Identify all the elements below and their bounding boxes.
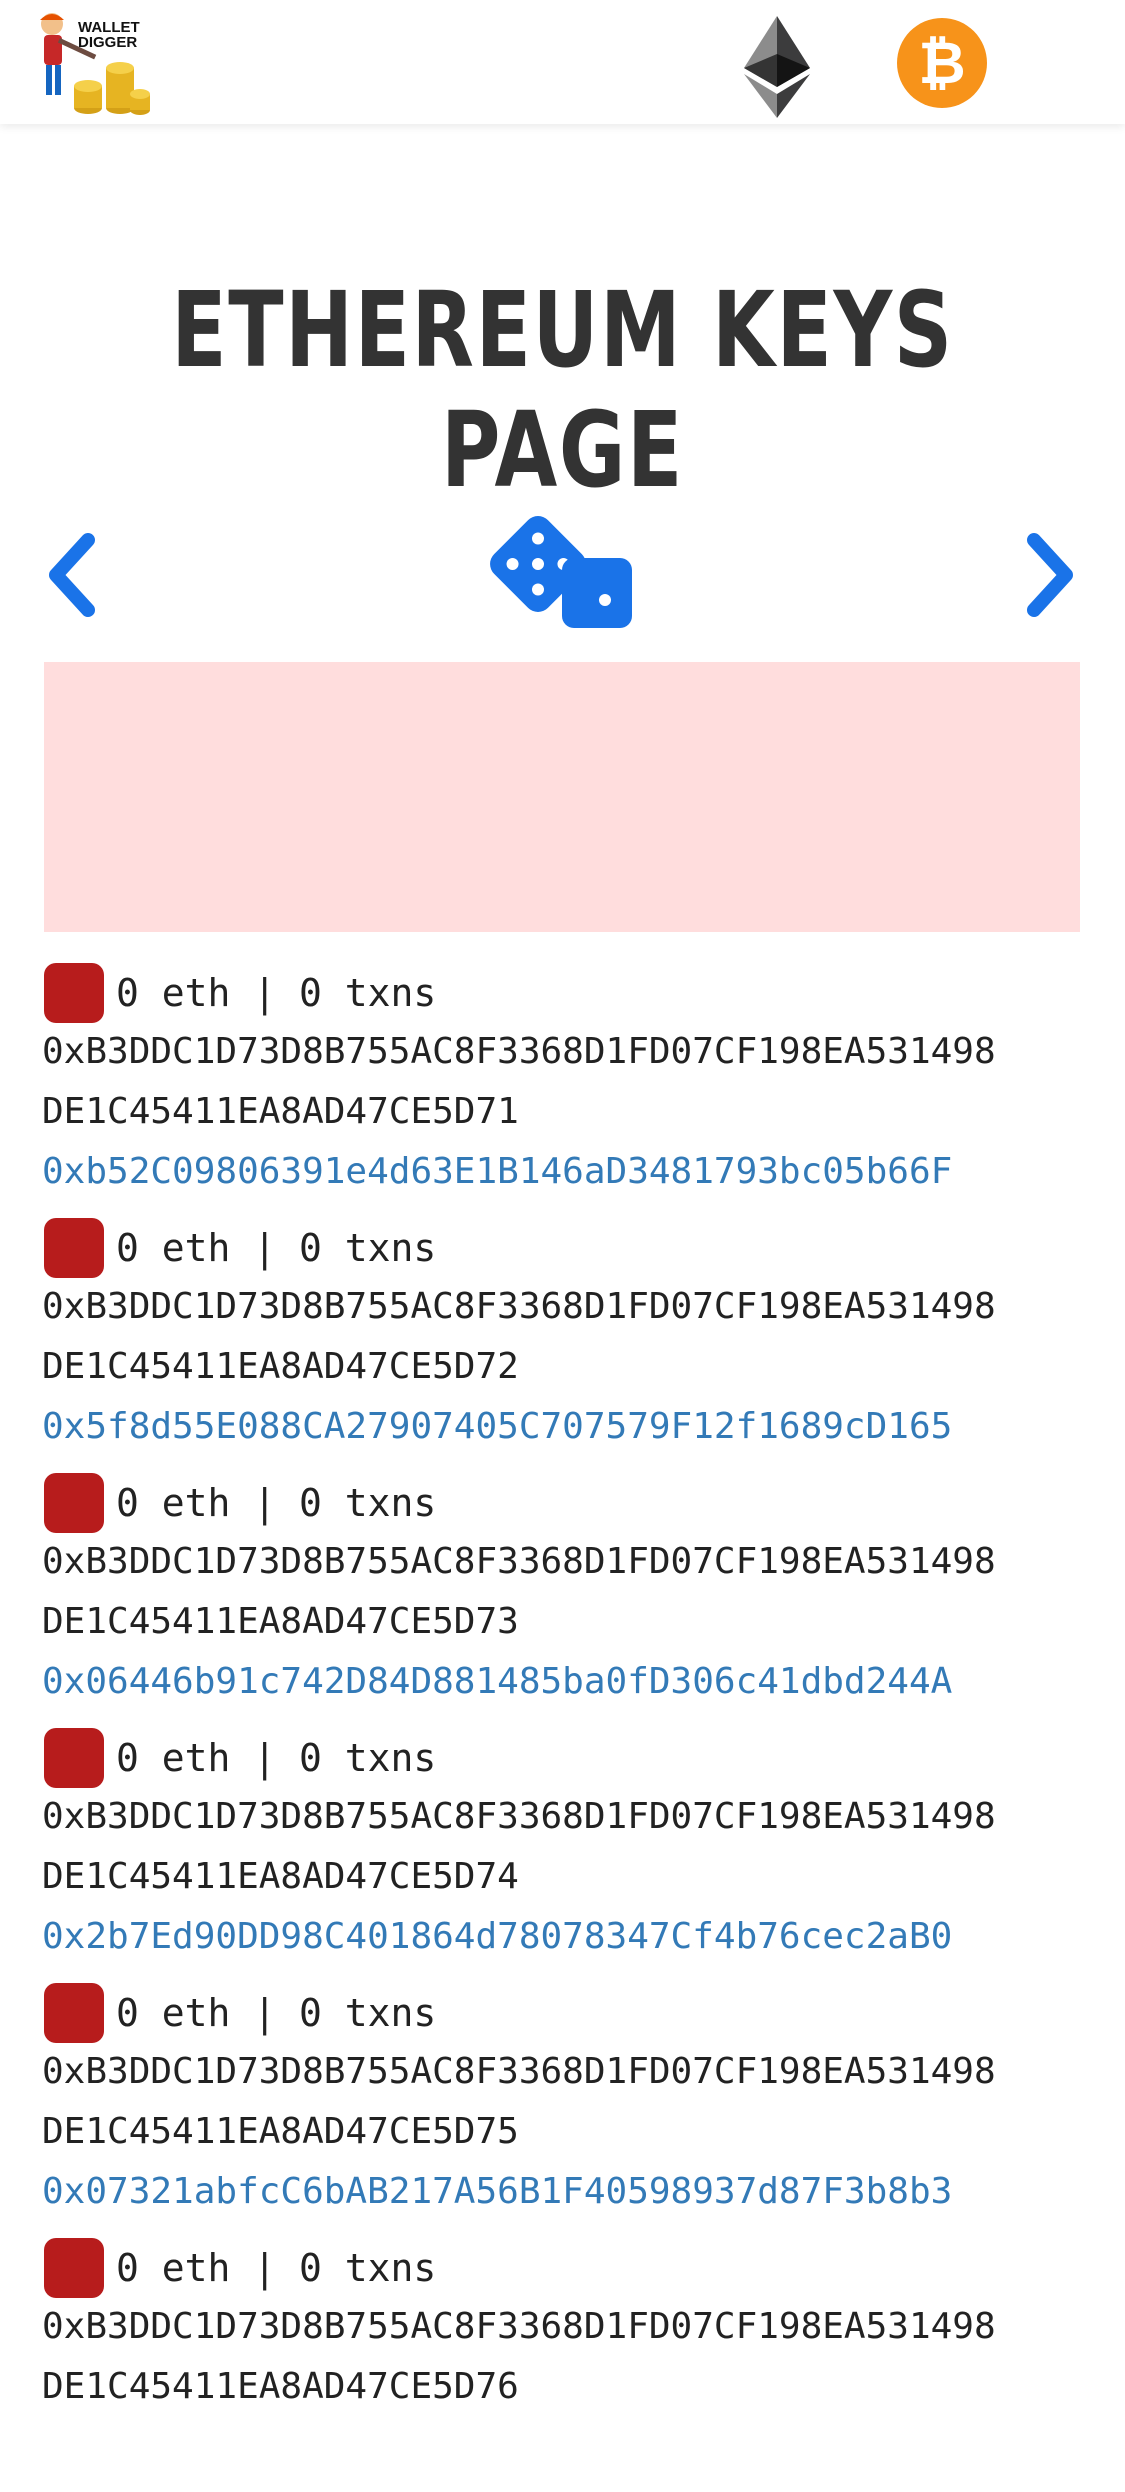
list-item: 0 eth | 0 txns 0xB3DDC1D73D8B755AC8F3368…: [42, 1217, 1102, 1472]
logo-wordmark: WALLET DIGGER: [78, 20, 140, 50]
ethereum-icon[interactable]: [744, 16, 810, 118]
private-key-line-1: 0xB3DDC1D73D8B755AC8F3368D1FD07CF198EA53…: [42, 2306, 996, 2347]
address-link[interactable]: 0xb52C09806391e4d63E1B146aD3481793bc05b6…: [42, 1142, 1102, 1202]
status-badge[interactable]: [44, 1473, 104, 1533]
list-item: 0 eth | 0 txns 0xB3DDC1D73D8B755AC8F3368…: [42, 1727, 1102, 1982]
address-link[interactable]: 0x07321abfcC6bAB217A56B1F40598937d87F3b8…: [42, 2162, 1102, 2222]
status-badge[interactable]: [44, 2238, 104, 2298]
private-key-line-2: DE1C45411EA8AD47CE5D71: [42, 1091, 519, 1132]
private-key-line-1: 0xB3DDC1D73D8B755AC8F3368D1FD07CF198EA53…: [42, 1541, 996, 1582]
chevron-right-icon[interactable]: [1018, 530, 1078, 620]
private-key-line-1: 0xB3DDC1D73D8B755AC8F3368D1FD07CF198EA53…: [42, 2051, 996, 2092]
status-badge[interactable]: [44, 963, 104, 1023]
logo-line-1: WALLET: [78, 19, 140, 36]
balance-status: 0 eth | 0 txns: [116, 1736, 437, 1780]
address-link[interactable]: 0x5f8d55E088CA27907405C707579F12f1689cD1…: [42, 1397, 1102, 1457]
address-link[interactable]: 0x2b7Ed90DD98C401864d78078347Cf4b76cec2a…: [42, 1907, 1102, 1967]
site-header: WALLET DIGGER ₿: [0, 0, 1125, 124]
status-row: 0 eth | 0 txns: [42, 1472, 1102, 1533]
private-key-line-1: 0xB3DDC1D73D8B755AC8F3368D1FD07CF198EA53…: [42, 1796, 996, 1837]
balance-status: 0 eth | 0 txns: [116, 1991, 437, 2035]
balance-status: 0 eth | 0 txns: [116, 971, 437, 1015]
private-key-line-2: DE1C45411EA8AD47CE5D74: [42, 1856, 519, 1897]
bitcoin-icon[interactable]: ₿: [897, 18, 987, 108]
private-key-line-2: DE1C45411EA8AD47CE5D73: [42, 1601, 519, 1642]
private-key-line-2: DE1C45411EA8AD47CE5D76: [42, 2366, 519, 2407]
status-row: 0 eth | 0 txns: [42, 2237, 1102, 2298]
private-key-line-2: DE1C45411EA8AD47CE5D72: [42, 1346, 519, 1387]
key-list: 0 eth | 0 txns 0xB3DDC1D73D8B755AC8F3368…: [42, 962, 1102, 2492]
status-row: 0 eth | 0 txns: [42, 1217, 1102, 1278]
status-badge[interactable]: [44, 1728, 104, 1788]
list-item: 0 eth | 0 txns 0xB3DDC1D73D8B755AC8F3368…: [42, 1982, 1102, 2237]
chevron-left-icon[interactable]: [44, 530, 104, 620]
private-key-line-2: DE1C45411EA8AD47CE5D75: [42, 2111, 519, 2152]
logo-line-2: DIGGER: [78, 34, 138, 51]
status-badge[interactable]: [44, 1983, 104, 2043]
dice-icon[interactable]: [490, 514, 632, 630]
wallet-digger-logo[interactable]: WALLET DIGGER: [30, 8, 154, 118]
status-row: 0 eth | 0 txns: [42, 1982, 1102, 2043]
page-title: ETHEREUM KEYS PAGE: [171, 269, 954, 511]
balance-status: 0 eth | 0 txns: [116, 2246, 437, 2290]
address-link[interactable]: 0x06446b91c742D84D881485ba0fD306c41dbd24…: [42, 1652, 1102, 1712]
list-item: 0 eth | 0 txns 0xB3DDC1D73D8B755AC8F3368…: [42, 962, 1102, 1217]
balance-status: 0 eth | 0 txns: [116, 1481, 437, 1525]
bitcoin-glyph: ₿: [918, 29, 966, 97]
private-key-line-1: 0xB3DDC1D73D8B755AC8F3368D1FD07CF198EA53…: [42, 1031, 996, 1072]
status-row: 0 eth | 0 txns: [42, 962, 1102, 1023]
status-badge[interactable]: [44, 1218, 104, 1278]
ad-placeholder: [44, 662, 1080, 932]
status-row: 0 eth | 0 txns: [42, 1727, 1102, 1788]
list-item: 0 eth | 0 txns 0xB3DDC1D73D8B755AC8F3368…: [42, 1472, 1102, 1727]
private-key-line-1: 0xB3DDC1D73D8B755AC8F3368D1FD07CF198EA53…: [42, 1286, 996, 1327]
list-item: 0 eth | 0 txns 0xB3DDC1D73D8B755AC8F3368…: [42, 2237, 1102, 2492]
balance-status: 0 eth | 0 txns: [116, 1226, 437, 1270]
